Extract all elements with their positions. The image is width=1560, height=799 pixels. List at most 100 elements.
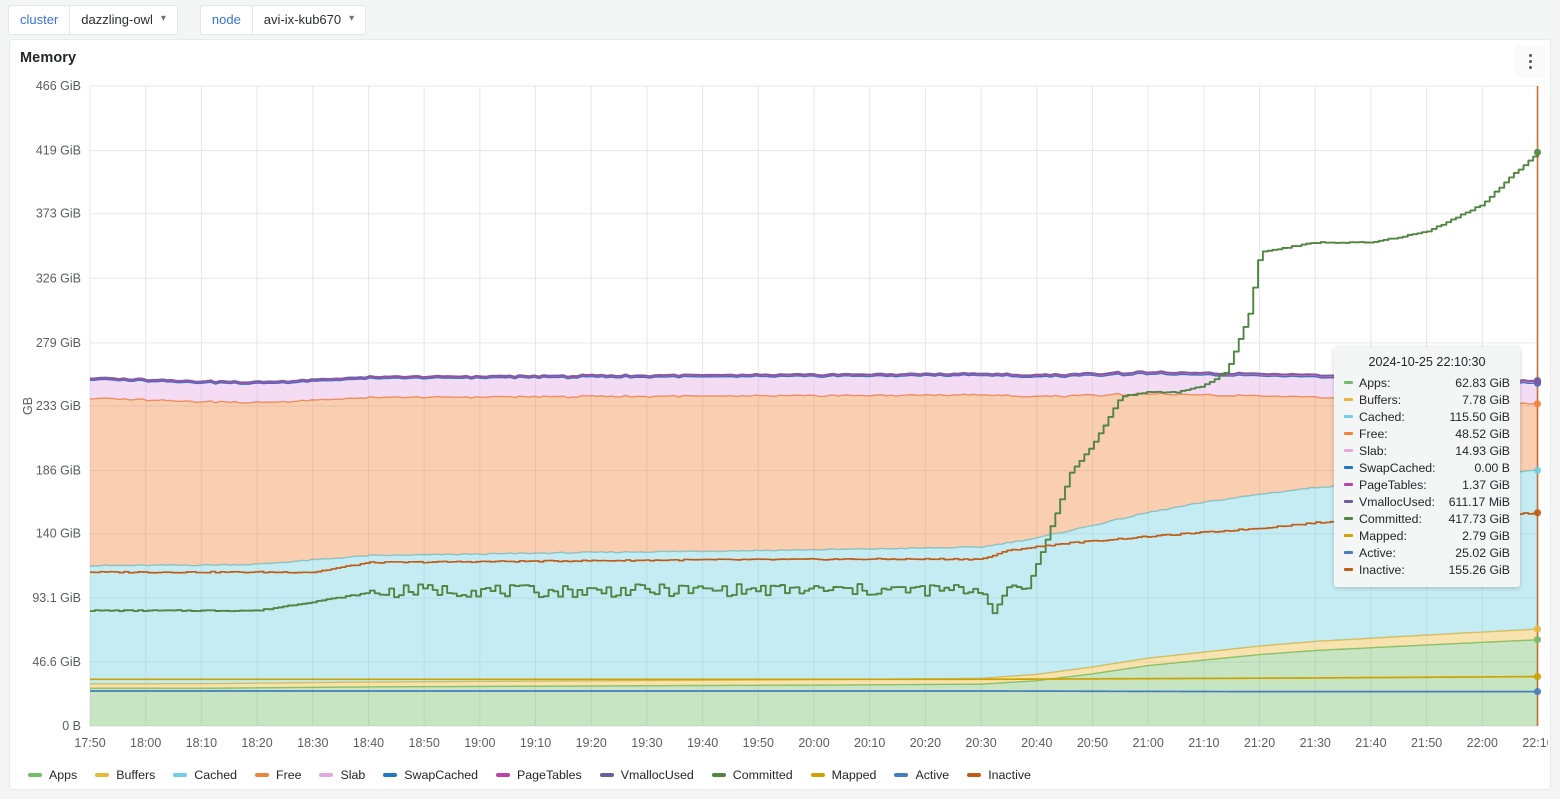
legend-item-mapped[interactable]: Mapped	[810, 768, 876, 782]
legend-label: Active	[915, 768, 950, 782]
y-axis-title: GB	[21, 397, 35, 415]
legend-label: Committed	[732, 768, 793, 782]
x-axis-tick-label: 18:40	[353, 736, 384, 750]
hover-point-cached	[1533, 466, 1542, 474]
series-color-swatch	[810, 773, 825, 777]
tooltip-series-name: Buffers:	[1359, 392, 1402, 407]
tooltip-series-value: 0.00 B	[1474, 460, 1510, 475]
variable-label-node: node	[199, 4, 252, 35]
series-color-swatch	[383, 773, 398, 777]
legend-label: Free	[276, 768, 302, 782]
x-axis-tick-label: 21:30	[1300, 736, 1331, 750]
legend-item-committed[interactable]: Committed	[711, 768, 793, 782]
tooltip-series-value: 115.50 GiB	[1449, 409, 1510, 424]
legend-item-inactive[interactable]: Inactive	[967, 768, 1031, 782]
y-axis-tick-label: 279 GiB	[36, 336, 81, 350]
tooltip-series-name: Apps:	[1359, 375, 1391, 390]
legend-item-buffers[interactable]: Buffers	[95, 768, 155, 782]
hover-point-committed	[1533, 148, 1542, 156]
series-color-swatch	[1344, 500, 1353, 503]
chevron-down-icon: ▾	[160, 12, 166, 24]
series-color-swatch	[1344, 534, 1353, 537]
chart-svg: 0 B 46.6 GiB 93.1 GiB 140 GiB 186 GiB 233 GiB…	[21, 79, 1548, 750]
tooltip-row: Slab: 14.93 GiB	[1344, 442, 1510, 459]
tooltip-row: Committed: 417.73 GiB	[1344, 510, 1510, 527]
stacked-areas	[89, 370, 1539, 726]
legend-label: SwapCached	[404, 768, 478, 782]
legend-item-vmallocused[interactable]: VmallocUsed	[599, 768, 694, 782]
series-color-swatch	[1344, 415, 1353, 418]
x-axis-tick-label: 19:50	[743, 736, 774, 750]
legend-item-apps[interactable]: Apps	[28, 768, 77, 782]
y-axis-tick-label: 0 B	[62, 719, 81, 733]
legend-item-pagetables[interactable]: PageTables	[496, 768, 582, 782]
kebab-menu-icon[interactable]	[1515, 45, 1545, 77]
variable-label-cluster: cluster	[8, 4, 70, 35]
x-axis-tick-label: 19:20	[576, 736, 607, 750]
tooltip-series-value: 62.83 GiB	[1455, 375, 1510, 390]
tooltip-row: Buffers: 7.78 GiB	[1344, 391, 1510, 408]
kebab-dot	[1528, 65, 1532, 69]
hover-point-free	[1533, 400, 1542, 408]
tooltip-row: Mapped: 2.79 GiB	[1344, 527, 1510, 544]
x-axis-tick-label: 20:00	[798, 736, 829, 750]
y-axis-tick-label: 93.1 GiB	[32, 591, 81, 605]
x-axis-tick-label: 20:30	[965, 736, 996, 750]
variable-value-text: dazzling-owl	[81, 12, 153, 27]
series-color-swatch	[1344, 466, 1353, 469]
series-color-swatch	[1344, 483, 1353, 486]
hover-point-mapped	[1533, 672, 1542, 681]
tooltip-series-name: Active:	[1359, 545, 1396, 560]
hover-point-vmallocused	[1533, 376, 1542, 385]
line-active	[90, 690, 1538, 693]
y-axis-tick-label: 186 GiB	[36, 464, 81, 478]
series-color-swatch	[1344, 449, 1353, 452]
panel-header: Memory	[10, 40, 1550, 76]
x-axis-tick-label: 17:50	[74, 736, 105, 750]
series-color-swatch	[1344, 432, 1353, 435]
tooltip-series-value: 7.78 GiB	[1462, 392, 1510, 407]
tooltip-row: Cached: 115.50 GiB	[1344, 408, 1510, 425]
legend-item-cached[interactable]: Cached	[173, 768, 237, 782]
legend-item-slab[interactable]: Slab	[319, 768, 365, 782]
x-axis-tick-label: 19:40	[687, 736, 718, 750]
legend-label: Cached	[194, 768, 237, 782]
tooltip-row: PageTables: 1.37 GiB	[1344, 476, 1510, 493]
x-axis-tick-label: 18:10	[186, 736, 217, 750]
legend-label: Buffers	[116, 768, 156, 782]
y-axis-tick-label: 140 GiB	[36, 527, 81, 541]
legend-item-swapcached[interactable]: SwapCached	[383, 768, 478, 782]
variable-picker-cluster[interactable]: dazzling-owl ▾	[69, 4, 178, 35]
tooltip-row: Inactive: 155.26 GiB	[1344, 561, 1510, 578]
series-color-swatch	[95, 773, 110, 777]
series-color-swatch	[496, 773, 510, 777]
series-color-swatch	[894, 773, 909, 777]
chart-tooltip: 2024-10-25 22:10:30 Apps: 62.83 GiB Buffer…	[1334, 347, 1520, 587]
x-axis-tick-label: 21:00	[1133, 736, 1164, 750]
x-axis-tick-label: 18:50	[409, 736, 440, 750]
x-axis-tick-label: 22:00	[1467, 736, 1498, 750]
tooltip-series-value: 2.79 GiB	[1462, 528, 1510, 543]
tooltip-series-value: 1.37 GiB	[1462, 477, 1510, 492]
x-axis-tick-label: 21:50	[1411, 736, 1442, 750]
legend-item-active[interactable]: Active	[894, 768, 949, 782]
tooltip-series-name: VmallocUsed:	[1359, 494, 1435, 509]
y-axis-tick-label: 326 GiB	[36, 271, 81, 285]
tooltip-series-value: 25.02 GiB	[1455, 545, 1510, 560]
panel-title: Memory	[20, 50, 77, 66]
y-axis-tick-label: 466 GiB	[36, 79, 81, 93]
tooltip-series-value: 48.52 GiB	[1455, 426, 1510, 441]
series-color-swatch	[711, 773, 726, 777]
x-axis-tick-label: 20:20	[910, 736, 941, 750]
legend-item-free[interactable]: Free	[255, 768, 301, 782]
kebab-dot	[1528, 53, 1532, 57]
tooltip-series-name: Free:	[1359, 426, 1388, 441]
tooltip-series-list: Apps: 62.83 GiB Buffers: 7.78 GiB Cached: 115…	[1344, 374, 1510, 578]
x-axis-tick-label: 21:10	[1188, 736, 1219, 750]
tooltip-series-value: 14.93 GiB	[1455, 443, 1510, 458]
tooltip-series-name: Mapped:	[1359, 528, 1407, 543]
variable-cluster: cluster dazzling-owl ▾	[8, 4, 178, 35]
tooltip-series-name: PageTables:	[1359, 477, 1427, 492]
variable-picker-node[interactable]: avi-ix-kub670 ▾	[251, 4, 367, 35]
memory-timeseries-chart[interactable]: 0 B 46.6 GiB 93.1 GiB 140 GiB 186 GiB 233 GiB…	[10, 76, 1550, 790]
